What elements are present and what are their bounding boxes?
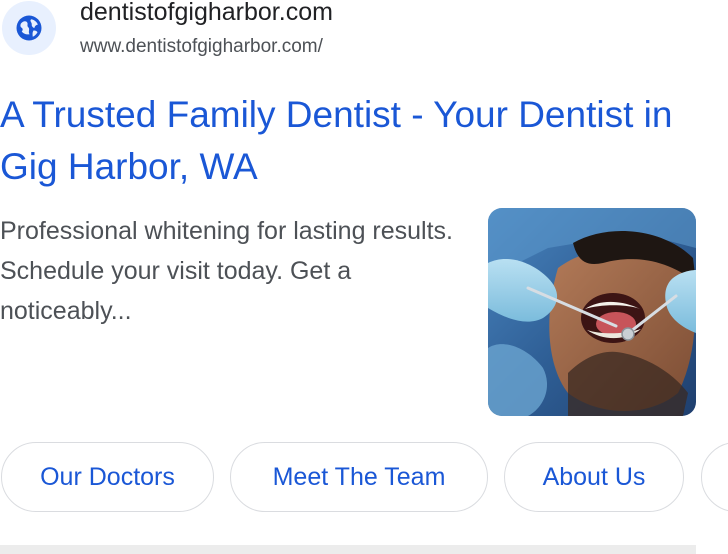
site-name: dentistofgigharbor.com: [80, 0, 333, 26]
sitelink-our-doctors[interactable]: Our Doctors: [1, 442, 214, 512]
result-divider: [0, 545, 696, 554]
result-snippet: Professional whitening for lasting resul…: [0, 217, 454, 325]
sitelink-about-us[interactable]: About Us: [504, 442, 684, 512]
search-result-card: dentistofgigharbor.com www.dentistofgigh…: [0, 0, 728, 554]
globe-icon: [16, 15, 42, 41]
sitelinks-row: Our Doctors Meet The Team About Us: [0, 442, 728, 514]
sitelink-meet-the-team[interactable]: Meet The Team: [230, 442, 488, 512]
sitelink-partial[interactable]: [701, 442, 728, 512]
dental-exam-thumbnail[interactable]: [488, 208, 696, 416]
result-title-link[interactable]: A Trusted Family Dentist - Your Dentist …: [0, 89, 720, 193]
site-favicon: [2, 1, 56, 55]
result-source[interactable]: dentistofgigharbor.com www.dentistofgigh…: [0, 0, 728, 66]
site-url: www.dentistofgigharbor.com/: [80, 36, 323, 57]
